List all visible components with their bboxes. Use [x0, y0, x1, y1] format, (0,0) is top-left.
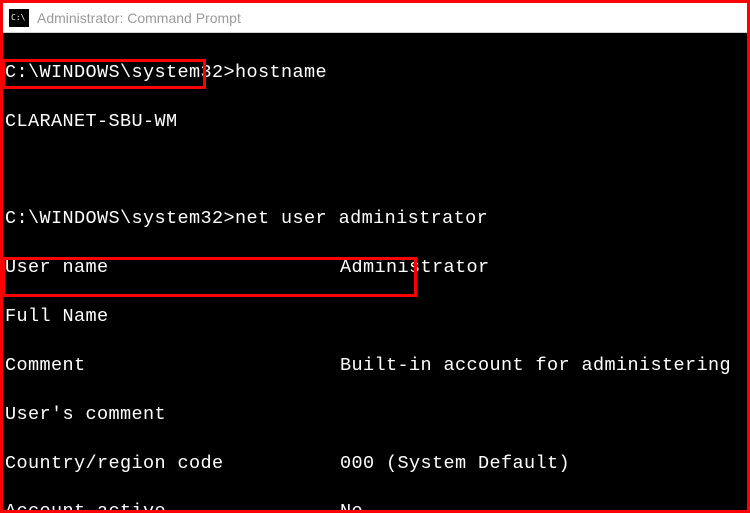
row-full-name: Full Name [5, 305, 745, 329]
command-netuser: net user administrator [235, 208, 488, 229]
label-country: Country/region code [5, 452, 340, 476]
value-comment: Built-in account for administering [340, 355, 731, 376]
row-country: Country/region code000 (System Default) [5, 452, 745, 476]
window-title: Administrator: Command Prompt [37, 10, 241, 26]
value-user-name: Administrator [340, 257, 490, 278]
value-country: 000 (System Default) [340, 453, 570, 474]
prompt-line-1: C:\WINDOWS\system32>hostname [5, 61, 745, 85]
row-user-name: User nameAdministrator [5, 256, 745, 280]
prompt: C:\WINDOWS\system32> [5, 62, 235, 83]
terminal-output[interactable]: C:\WINDOWS\system32>hostname CLARANET-SB… [3, 33, 747, 510]
blank-line [5, 159, 745, 183]
label-account-active: Account active [5, 500, 340, 510]
label-users-comment: User's comment [5, 403, 340, 427]
command-hostname: hostname [235, 62, 327, 83]
label-full-name: Full Name [5, 305, 340, 329]
value-account-active: No [340, 501, 363, 510]
label-user-name: User name [5, 256, 340, 280]
window-frame: Administrator: Command Prompt C:\WINDOWS… [0, 0, 750, 513]
row-users-comment: User's comment [5, 403, 745, 427]
label-comment: Comment [5, 354, 340, 378]
prompt: C:\WINDOWS\system32> [5, 208, 235, 229]
titlebar[interactable]: Administrator: Command Prompt [3, 3, 747, 33]
cmd-icon [9, 9, 29, 27]
hostname-output: CLARANET-SBU-WM [5, 110, 745, 134]
row-comment: CommentBuilt-in account for administerin… [5, 354, 745, 378]
prompt-line-2: C:\WINDOWS\system32>net user administrat… [5, 207, 745, 231]
row-account-active: Account activeNo [5, 500, 745, 510]
